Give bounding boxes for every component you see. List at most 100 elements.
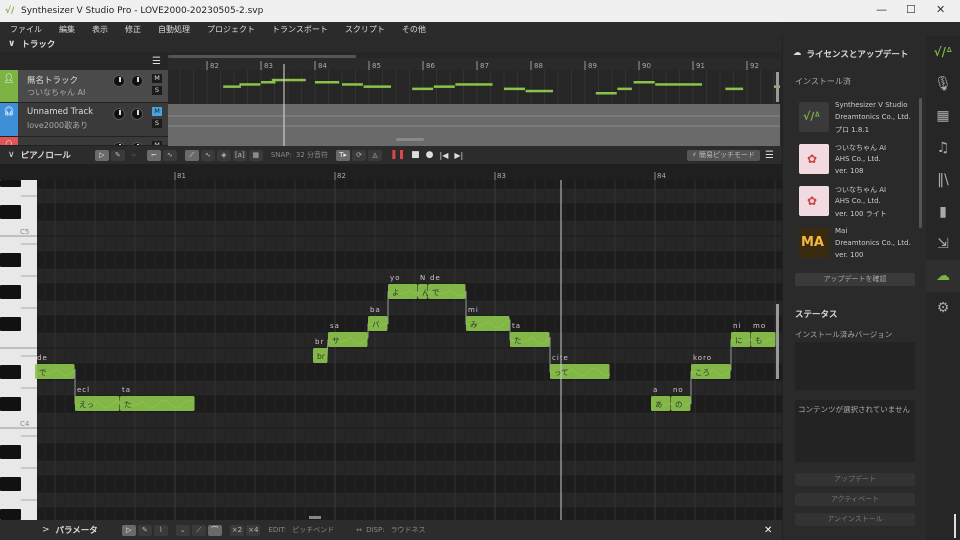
show-phonemes-button[interactable]: [a]: [232, 149, 247, 161]
update-button[interactable]: アップデート: [795, 473, 915, 486]
black-key[interactable]: [0, 317, 21, 331]
stop-button[interactable]: ■: [411, 150, 420, 160]
clapper-icon[interactable]: ▦: [248, 149, 263, 161]
menu-item[interactable]: トランスポート: [262, 22, 328, 36]
show-pitch-button[interactable]: ⟋: [184, 149, 199, 161]
solo-button[interactable]: S: [152, 119, 162, 128]
minimize-button[interactable]: —: [876, 3, 887, 16]
black-key[interactable]: [0, 205, 21, 219]
edit-param-select[interactable]: ピッチベンド: [292, 525, 334, 535]
pan-knob[interactable]: [131, 108, 143, 120]
piano-roll-canvas[interactable]: 81 82 83 84C5C4でdeえっeclたtabrbr サsa バbaよyoんNでd…: [0, 164, 782, 520]
param-line-tool[interactable]: ⌇: [153, 524, 168, 536]
disp-param-select[interactable]: ラウドネス: [391, 525, 426, 535]
track-menu-icon[interactable]: ☰: [152, 57, 161, 67]
black-key[interactable]: [0, 365, 21, 379]
track-scroll-handle[interactable]: [776, 72, 779, 102]
black-key[interactable]: [0, 477, 21, 491]
track-ruler[interactable]: [168, 58, 780, 70]
mute-button[interactable]: M: [152, 107, 162, 116]
products-scrollbar[interactable]: [919, 98, 922, 228]
menu-item[interactable]: ファイル: [0, 22, 42, 36]
gain-knob[interactable]: [113, 108, 125, 120]
black-key[interactable]: [0, 180, 21, 187]
music-note-icon[interactable]: ♫: [926, 132, 960, 164]
app-logo-icon[interactable]: √/ᐞ: [926, 36, 960, 68]
metronome-button[interactable]: ◬: [368, 149, 383, 161]
param-select-tool[interactable]: ▷: [121, 524, 136, 536]
track-color-tab[interactable]: 👤︎: [0, 137, 18, 145]
note-mode-button[interactable]: ⌐: [146, 149, 161, 161]
track-header[interactable]: 👤︎ 無名トラック ついなちゃん AI M S: [0, 70, 168, 103]
menu-item[interactable]: スクリプト: [335, 22, 385, 36]
close-button[interactable]: ✕: [936, 3, 945, 16]
gain-knob[interactable]: [113, 75, 125, 87]
scale-x4-button[interactable]: ×4: [246, 524, 261, 536]
piano-roll-menu-icon[interactable]: ☰: [765, 150, 774, 161]
black-key[interactable]: [0, 253, 21, 267]
forward-button[interactable]: ▶|: [454, 151, 463, 160]
scale-x2-button[interactable]: ×2: [229, 524, 245, 536]
close-param-icon[interactable]: ✕: [764, 525, 772, 536]
show-loudness-button[interactable]: ◈: [216, 149, 231, 161]
chevron-down-icon[interactable]: ∨: [8, 150, 15, 160]
installed-product[interactable]: MA Mai Dreamtonics Co., Ltd. ver. 100: [797, 224, 915, 268]
param-resize-handle[interactable]: [309, 516, 321, 519]
black-key[interactable]: [0, 397, 21, 411]
track-name[interactable]: Unnamed Track: [27, 107, 93, 117]
cloud-check-icon[interactable]: ☁: [926, 260, 960, 292]
chevron-right-icon[interactable]: >: [42, 525, 50, 535]
auto-scroll-button[interactable]: T▸: [336, 149, 351, 161]
note-grid[interactable]: [37, 180, 782, 520]
black-key[interactable]: [0, 285, 21, 299]
loop-button[interactable]: ⟳: [352, 149, 367, 161]
menu-item[interactable]: 編集: [49, 22, 75, 36]
solo-button[interactable]: S: [152, 86, 162, 95]
installed-product[interactable]: ✿ ついなちゃん AI AHS Co., Ltd. ver. 100 ライト: [797, 182, 915, 226]
black-key[interactable]: [0, 445, 21, 459]
activate-button[interactable]: アクティベート: [795, 493, 915, 506]
pen-tool-button[interactable]: ✎: [110, 149, 125, 161]
track-section-header[interactable]: ∨ トラック: [0, 36, 782, 52]
microphone-icon[interactable]: 🎙︎: [926, 68, 960, 100]
library-icon[interactable]: ‖\: [926, 164, 960, 196]
param-curve-arch[interactable]: ⌒: [207, 524, 222, 536]
param-curve-down[interactable]: ⌄: [175, 524, 190, 536]
show-waveform-button[interactable]: ∿: [200, 149, 215, 161]
menu-item[interactable]: 自動処理: [148, 22, 190, 36]
track-color-tab[interactable]: 🎧︎: [0, 103, 18, 136]
pitch-mode-button[interactable]: ∿: [162, 149, 177, 161]
menu-item[interactable]: その他: [392, 22, 426, 36]
record-button[interactable]: ●: [426, 150, 434, 160]
piano-keyboard[interactable]: [0, 180, 37, 520]
pitch-mode-toggle[interactable]: ⚡ 簡易ピッチモード: [687, 149, 760, 161]
piano-roll[interactable]: 81 82 83 84 C5 C4 で de えっ ecl た ta br br サ sa バ ba よ yo ん N で d…: [0, 164, 782, 520]
rewind-button[interactable]: |◀: [440, 151, 449, 160]
render-icon[interactable]: ⇲: [926, 228, 960, 260]
menu-item[interactable]: プロジェクト: [197, 22, 255, 36]
track-color-tab[interactable]: 👤︎: [0, 70, 18, 102]
track-header[interactable]: 🎧︎ Unnamed Track love2000歌あり M S: [0, 103, 168, 137]
window-scrollbar[interactable]: [954, 514, 956, 538]
gear-icon[interactable]: ⚙: [926, 292, 960, 324]
track-arrangement[interactable]: 82 83 84 85 86 87 88 89 90 91 92: [168, 58, 780, 146]
clapper-icon[interactable]: ▦: [926, 100, 960, 132]
pan-knob[interactable]: [131, 75, 143, 87]
black-key[interactable]: [0, 509, 21, 520]
link-tool-button[interactable]: ∞: [127, 150, 141, 161]
track-name[interactable]: 無名トラック: [27, 74, 78, 86]
param-pen-tool[interactable]: ✎: [137, 524, 152, 536]
track-vertical-scrollbar[interactable]: [396, 138, 424, 141]
select-tool-button[interactable]: ▷: [94, 149, 109, 161]
swap-icon[interactable]: ↔: [356, 526, 362, 534]
piano-roll-vertical-scrollbar[interactable]: [776, 304, 779, 379]
installed-product[interactable]: √/ᐞ Synthesizer V Studio Dreamtonics Co.…: [797, 98, 915, 142]
mute-button[interactable]: M: [152, 74, 162, 83]
snap-select[interactable]: 32 分音符: [296, 150, 328, 160]
track-header[interactable]: 👤︎ M S: [0, 137, 168, 146]
param-curve-up[interactable]: ⟋: [191, 524, 206, 536]
uninstall-button[interactable]: アンインストール: [795, 513, 915, 526]
pause-button[interactable]: ❚❚: [390, 150, 405, 160]
book-icon[interactable]: ▮: [926, 196, 960, 228]
chevron-down-icon[interactable]: ∨: [8, 39, 15, 49]
